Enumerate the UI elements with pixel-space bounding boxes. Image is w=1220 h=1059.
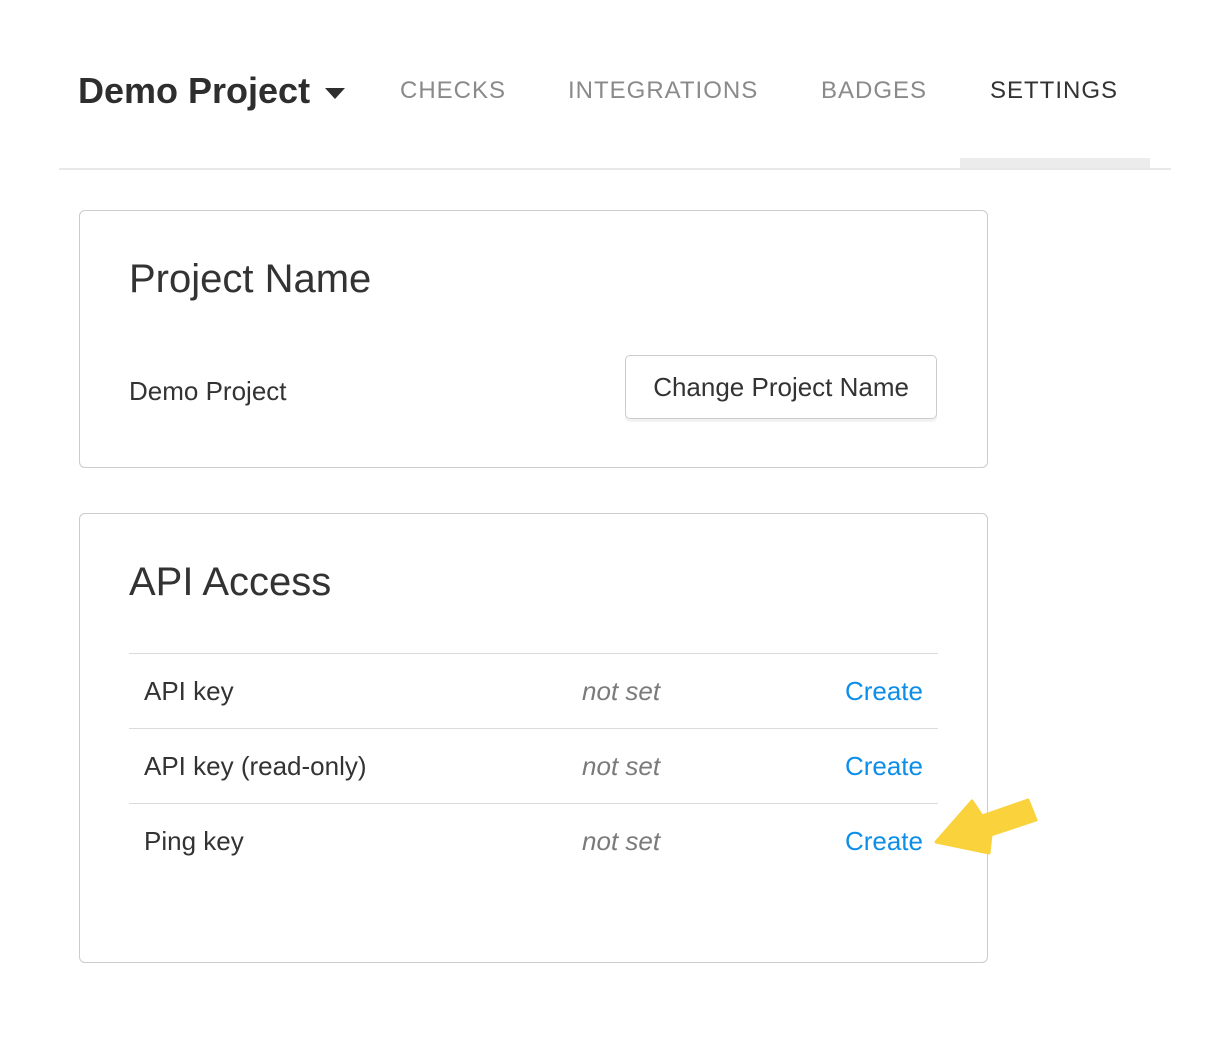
caret-down-icon xyxy=(325,88,345,99)
ping-key-value: not set xyxy=(582,826,845,857)
project-name-card: Project Name Demo Project Change Project… xyxy=(79,210,988,468)
tab-integrations[interactable]: INTEGRATIONS xyxy=(568,77,758,105)
current-project-name: Demo Project xyxy=(129,359,287,423)
project-title-label: Demo Project xyxy=(78,70,310,111)
table-row-api-key: API key not set Create xyxy=(129,653,938,728)
header-divider xyxy=(59,168,1171,170)
project-name-heading: Project Name xyxy=(129,257,371,301)
change-project-name-button[interactable]: Change Project Name xyxy=(625,355,937,419)
api-keys-table: API key not set Create API key (read-onl… xyxy=(129,653,938,878)
api-access-card: API Access API key not set Create API ke… xyxy=(79,513,988,963)
ping-key-label: Ping key xyxy=(129,826,582,857)
table-row-api-key-readonly: API key (read-only) not set Create xyxy=(129,728,938,803)
project-switcher[interactable]: Demo Project xyxy=(78,70,345,112)
tab-checks[interactable]: CHECKS xyxy=(400,77,506,105)
create-ping-key-link[interactable]: Create xyxy=(845,826,938,857)
table-row-ping-key: Ping key not set Create xyxy=(129,803,938,878)
api-key-readonly-value: not set xyxy=(582,751,845,782)
api-key-label: API key xyxy=(129,676,582,707)
tab-badges[interactable]: BADGES xyxy=(821,77,927,105)
project-settings-page: Demo Project CHECKS INTEGRATIONS BADGES … xyxy=(0,0,1220,1059)
create-api-key-readonly-link[interactable]: Create xyxy=(845,751,938,782)
api-key-readonly-label: API key (read-only) xyxy=(129,751,582,782)
api-key-value: not set xyxy=(582,676,845,707)
tab-settings[interactable]: SETTINGS xyxy=(990,77,1118,105)
api-access-heading: API Access xyxy=(129,560,331,604)
create-api-key-link[interactable]: Create xyxy=(845,676,938,707)
